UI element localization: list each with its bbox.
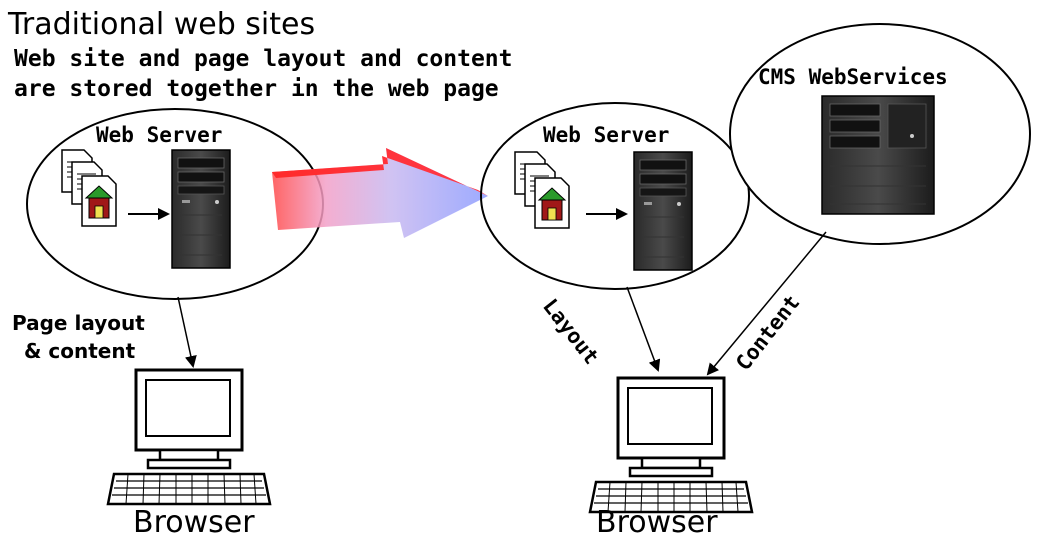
subtitle-line-2: are stored together in the web page: [14, 76, 499, 102]
left-web-server-label: Web Server: [96, 123, 222, 147]
left-arrow-label-line-1: Page layout: [12, 311, 145, 335]
left-browser-label: Browser: [133, 505, 255, 538]
left-server-to-browser-arrow: [177, 296, 197, 368]
right-server-tower-icon: [633, 151, 693, 271]
left-web-pages-icon: [61, 149, 117, 227]
cms-server-icon: [821, 95, 935, 215]
right-browser-label: Browser: [596, 505, 718, 538]
layout-arrow: [626, 286, 661, 372]
left-arrow-label-line-2: & content: [24, 339, 136, 363]
left-server-tower-icon: [171, 149, 231, 269]
right-web-server-label: Web Server: [543, 123, 669, 147]
subtitle-line-1: Web site and page layout and content: [14, 46, 513, 72]
right-web-pages-icon: [514, 151, 570, 229]
left-browser-computer-icon: [106, 368, 272, 506]
diagram-canvas: Traditional web sites Web site and page …: [7, 7, 1031, 538]
cms-webservices-label: CMS WebServices: [758, 65, 948, 89]
diagram-title: Traditional web sites: [7, 7, 315, 42]
layout-label: Layout: [538, 294, 604, 369]
transition-arrow: [272, 148, 488, 238]
right-browser-computer-icon: [588, 376, 754, 514]
